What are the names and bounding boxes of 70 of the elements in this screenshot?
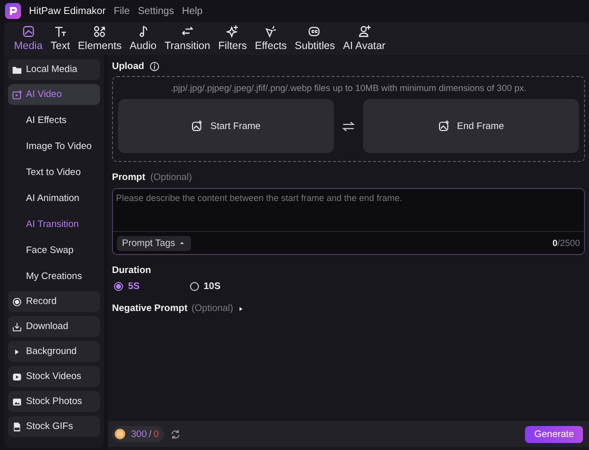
- prompt-tags-button[interactable]: Prompt Tags: [117, 236, 192, 250]
- sidebar-item[interactable]: AI Effects: [8, 109, 100, 131]
- sidebar-item[interactable]: Stock Photos: [8, 391, 100, 412]
- photo-icon: [12, 396, 22, 406]
- menu-item[interactable]: Help: [182, 6, 203, 16]
- sidebar-item[interactable]: Stock GIFs: [8, 416, 100, 437]
- menu-item[interactable]: Settings: [138, 6, 174, 16]
- sparkle-icon: [226, 25, 240, 38]
- toolbar-tab[interactable]: Audio: [126, 22, 161, 55]
- sidebar-item[interactable]: AI Transition: [8, 213, 100, 235]
- record-icon: [12, 296, 22, 306]
- sidebar-item[interactable]: Image To Video: [8, 135, 100, 157]
- menu-item[interactable]: File: [114, 6, 130, 16]
- text-icon: [54, 25, 67, 38]
- toolbar-tab[interactable]: Filters: [214, 22, 251, 55]
- frame-upload-button[interactable]: Start Frame: [118, 99, 334, 153]
- optional-label: (Optional): [150, 172, 192, 182]
- section-heading: Prompt: [112, 172, 146, 182]
- generate-button[interactable]: Generate: [525, 426, 583, 442]
- folder-icon: [12, 64, 22, 74]
- sidebar-item[interactable]: AI Video: [8, 84, 100, 105]
- credits-count: 300: [131, 428, 147, 440]
- sidebar-item[interactable]: AI Animation: [8, 187, 100, 209]
- video-sparkle-icon: [12, 90, 22, 100]
- toolbar-tab[interactable]: Transition: [160, 22, 214, 55]
- frame-upload-button[interactable]: End Frame: [363, 99, 579, 153]
- character-counter: 0/2500: [552, 238, 580, 248]
- negative-prompt-toggle[interactable]: Negative Prompt (Optional): [112, 303, 246, 314]
- image-icon: [22, 25, 35, 38]
- person-icon: [358, 25, 371, 38]
- caret-up-icon: [178, 239, 186, 247]
- arrows-icon: [180, 25, 194, 38]
- sidebar-item[interactable]: Record: [8, 291, 100, 312]
- toolbar-tab[interactable]: Media: [10, 22, 47, 55]
- info-icon: [149, 60, 160, 72]
- play-icon: [12, 372, 22, 382]
- refresh-icon: [170, 428, 181, 440]
- toolbar-tab[interactable]: Effects: [250, 22, 291, 55]
- upload-dropzone[interactable]: .pjp/.jpg/.pjpeg/.jpeg/.jfif/.png/.webp files up to 10MB with minimum dimensions of 300 px. Start Frame End Frame: [112, 76, 585, 162]
- image-add-icon: [438, 120, 450, 132]
- app-title: HitPaw Edimakor: [29, 6, 106, 16]
- sidebar-item[interactable]: Download: [8, 316, 100, 337]
- music-note-icon: [136, 25, 150, 38]
- toolbar-tab[interactable]: Text: [46, 22, 74, 55]
- upload-hint: .pjp/.jpg/.pjpeg/.jpeg/.jfif/.png/.webp files up to 10MB with minimum dimensions of 300 px.: [170, 83, 528, 93]
- duration-radio[interactable]: 5S: [114, 281, 140, 292]
- sidebar-item[interactable]: Stock Videos: [8, 366, 100, 387]
- sidebar-item[interactable]: Text to Video: [8, 161, 100, 183]
- toolbar-tab[interactable]: Elements: [74, 22, 126, 55]
- credits-extra: 0: [154, 428, 159, 440]
- sidebar-item[interactable]: Local Media: [8, 59, 100, 80]
- swap-icon: [342, 120, 355, 132]
- sidebar-item[interactable]: Background: [8, 341, 100, 362]
- shapes-icon: [93, 25, 106, 38]
- toolbar-tab[interactable]: AI Avatar: [339, 22, 390, 55]
- prompt-field[interactable]: Please describe the content between the start frame and the end frame. Prompt Tags 0/2500: [112, 188, 585, 255]
- image-add-icon: [191, 120, 204, 132]
- app-logo-icon: [5, 3, 21, 19]
- sidebar-item[interactable]: My Creations: [8, 265, 100, 287]
- credits-separator: /: [148, 428, 152, 440]
- section-heading: Duration: [112, 265, 152, 276]
- section-heading: Upload: [112, 60, 144, 72]
- gif-file-icon: [12, 422, 22, 432]
- cc-icon: [308, 25, 322, 38]
- toolbar-tab[interactable]: Subtitles: [290, 22, 340, 55]
- wand-icon: [264, 25, 278, 38]
- download-icon: [12, 322, 22, 332]
- coin-icon: [114, 428, 126, 440]
- duration-radio[interactable]: 10S: [190, 281, 221, 292]
- sidebar-item[interactable]: Face Swap: [8, 239, 100, 261]
